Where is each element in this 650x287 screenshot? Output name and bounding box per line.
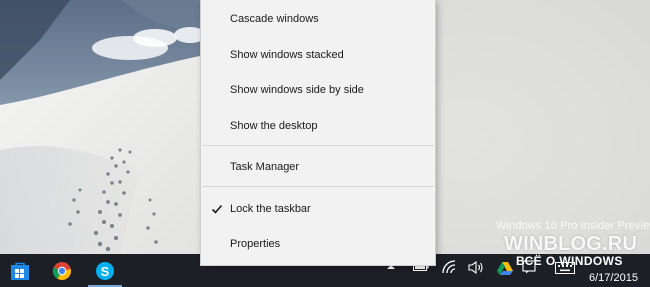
menu-item-label: Cascade windows: [230, 13, 319, 25]
build-watermark: Windows 10 Pro Insider Preview: [496, 220, 650, 232]
menu-item-show-windows-side-by-side[interactable]: Show windows side by side: [201, 75, 435, 105]
chrome-icon: [52, 261, 72, 280]
menu-item-label: Lock the taskbar: [230, 203, 311, 215]
menu-item-cascade-windows[interactable]: Cascade windows: [201, 4, 435, 34]
checkmark-icon: [211, 204, 223, 214]
volume-icon[interactable]: [468, 261, 484, 274]
google-drive-icon[interactable]: [497, 261, 513, 275]
svg-text:S: S: [101, 264, 110, 279]
menu-item-lock-the-taskbar[interactable]: Lock the taskbar: [201, 194, 435, 224]
menu-separator: [202, 186, 434, 187]
taskbar-store-button[interactable]: [0, 254, 40, 287]
taskbar-skype-button[interactable]: S: [85, 254, 125, 287]
taskbar-date[interactable]: 6/17/2015: [589, 272, 638, 284]
skype-icon: S: [96, 261, 114, 280]
menu-item-label: Task Manager: [230, 161, 300, 173]
menu-item-properties[interactable]: Properties: [201, 229, 435, 259]
menu-item-label: Show windows stacked: [230, 49, 344, 61]
menu-item-task-manager[interactable]: Task Manager: [201, 152, 435, 182]
menu-separator: [202, 145, 434, 146]
menu-item-label: Show windows side by side: [230, 84, 364, 96]
menu-item-label: Properties: [230, 238, 281, 250]
site-tagline-watermark: ВСЁ О WINDOWS: [516, 254, 623, 268]
store-icon: [11, 262, 29, 280]
taskbar-context-menu: Cascade windows Show windows stacked Sho…: [200, 0, 436, 266]
wifi-icon[interactable]: [442, 260, 456, 274]
taskbar-chrome-button[interactable]: [42, 254, 82, 287]
menu-item-label: Show the desktop: [230, 120, 318, 132]
menu-item-show-the-desktop[interactable]: Show the desktop: [201, 111, 435, 141]
menu-item-show-windows-stacked[interactable]: Show windows stacked: [201, 40, 435, 70]
site-logo-watermark: WINBLOG.RU: [504, 233, 638, 255]
